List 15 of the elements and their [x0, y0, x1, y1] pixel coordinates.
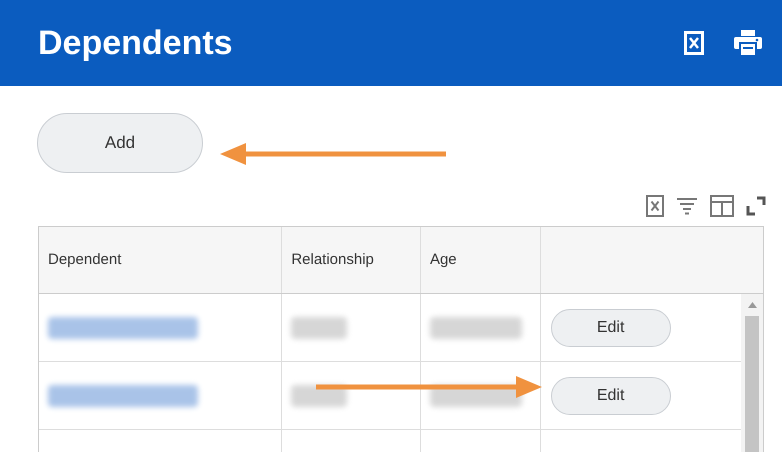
scrollbar[interactable]	[741, 294, 763, 452]
redacted-text	[291, 316, 348, 338]
spreadsheet-icon[interactable]	[646, 195, 664, 217]
filter-icon[interactable]	[676, 197, 698, 215]
column-header[interactable]: Relationship	[291, 248, 374, 272]
edit-button[interactable]: Edit	[550, 308, 671, 346]
edit-button[interactable]: Edit	[550, 376, 671, 414]
page-title: Dependents	[38, 22, 233, 64]
add-button[interactable]: Add	[37, 113, 203, 173]
column-header[interactable]: Dependent	[48, 248, 122, 272]
print-icon[interactable]	[734, 30, 762, 56]
scroll-up-icon[interactable]	[748, 302, 756, 308]
column-header[interactable]: Age	[430, 248, 457, 272]
expand-icon[interactable]	[746, 196, 766, 216]
columns-icon[interactable]	[710, 195, 734, 217]
